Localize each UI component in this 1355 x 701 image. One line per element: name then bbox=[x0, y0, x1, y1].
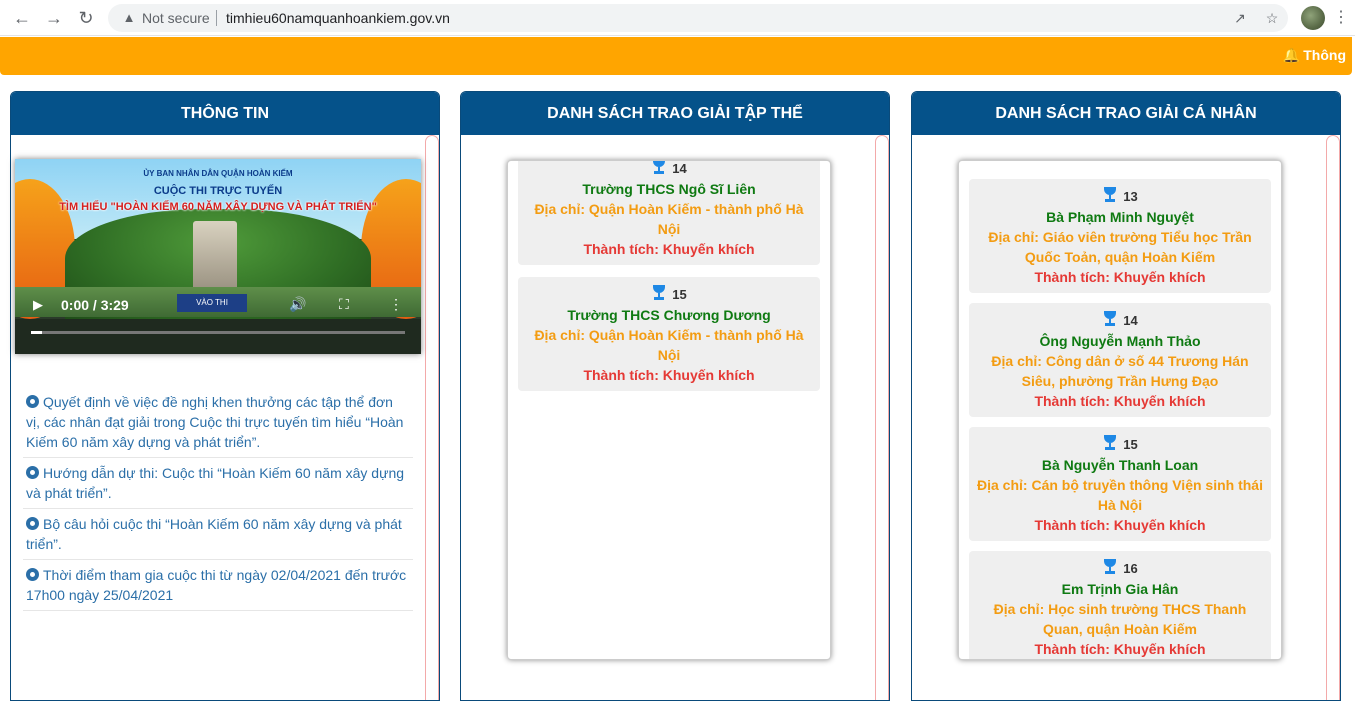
award-achievement: Thành tích: Khuyến khích bbox=[583, 241, 755, 257]
award-card: 14 Ông Nguyễn Mạnh Thảo Địa chỉ: Công dâ… bbox=[969, 303, 1271, 417]
individual-panel-scrollbar[interactable] bbox=[1326, 135, 1340, 700]
bullet-icon bbox=[26, 517, 39, 530]
award-address: Địa chỉ: Quận Hoàn Kiếm - thành phố Hà N… bbox=[534, 327, 804, 363]
info-panel-title: THÔNG TIN bbox=[11, 92, 439, 135]
individual-awards-panel: DANH SÁCH TRAO GIẢI CÁ NHÂN 13 Bà Phạm M… bbox=[911, 91, 1341, 701]
award-address: Địa chỉ: Quận Hoàn Kiếm - thành phố Hà N… bbox=[534, 201, 804, 237]
video-progress-bar[interactable] bbox=[31, 331, 405, 334]
video-tower bbox=[193, 221, 237, 287]
video-title-line: TÌM HIỂU "HOÀN KIẾM 60 NĂM XÂY DỰNG VÀ P… bbox=[59, 201, 377, 213]
award-rank-number: 13 bbox=[1123, 189, 1138, 204]
award-rank-number: 14 bbox=[1123, 313, 1138, 328]
award-rank: 14 bbox=[977, 309, 1263, 331]
back-arrow-icon[interactable]: ← bbox=[10, 6, 34, 30]
info-link-text[interactable]: Thời điểm tham gia cuộc thi từ ngày 02/0… bbox=[26, 567, 406, 603]
collective-panel-scrollbar[interactable] bbox=[875, 135, 889, 700]
individual-award-list[interactable]: 13 Bà Phạm Minh Nguyệt Địa chỉ: Giáo viê… bbox=[958, 160, 1282, 660]
info-link-item[interactable]: Bộ câu hỏi cuộc thi “Hoàn Kiếm 60 năm xâ… bbox=[23, 509, 413, 560]
notification-link[interactable]: 🔔 Thông bbox=[1283, 47, 1346, 64]
bullet-icon bbox=[26, 395, 39, 408]
browser-toolbar: ← → ↻ ▲ Not secure timhieu60namquanhoank… bbox=[0, 0, 1355, 36]
award-card: 14 Trường THCS Ngô Sĩ Liên Địa chỉ: Quận… bbox=[518, 161, 820, 265]
video-contest-line: CUỘC THI TRỰC TUYẾN bbox=[153, 185, 283, 197]
award-card: 15 Trường THCS Chương Dương Địa chỉ: Quậ… bbox=[518, 277, 820, 391]
info-link-item[interactable]: Quyết định về việc đề nghị khen thưởng c… bbox=[23, 387, 413, 458]
award-rank: 13 bbox=[977, 185, 1263, 207]
url-text[interactable]: timhieu60namquanhoankiem.gov.vn bbox=[226, 10, 450, 26]
trophy-icon bbox=[1102, 311, 1118, 327]
security-status[interactable]: Not secure bbox=[142, 10, 210, 26]
award-achievement: Thành tích: Khuyến khích bbox=[583, 367, 755, 383]
forward-arrow-icon[interactable]: → bbox=[42, 6, 66, 30]
video-org-line: ỦY BAN NHÂN DÂN QUẬN HOÀN KIẾM bbox=[143, 169, 293, 178]
collective-award-list[interactable]: 14 Trường THCS Ngô Sĩ Liên Địa chỉ: Quận… bbox=[507, 160, 831, 660]
video-time: 0:00 / 3:29 bbox=[61, 297, 129, 313]
volume-icon[interactable]: 🔊 bbox=[289, 296, 306, 313]
award-name: Em Trịnh Gia Hân bbox=[1061, 581, 1179, 597]
award-name: Trường THCS Ngô Sĩ Liên bbox=[582, 181, 756, 197]
more-options-icon[interactable]: ⋮ bbox=[389, 296, 403, 313]
play-icon[interactable]: ▶ bbox=[33, 297, 43, 313]
intro-video[interactable]: ỦY BAN NHÂN DÂN QUẬN HOÀN KIẾM CUỘC THI … bbox=[15, 159, 421, 354]
award-name: Bà Nguyễn Thanh Loan bbox=[1041, 457, 1199, 473]
award-address: Địa chỉ: Học sinh trường THCS Thanh Quan… bbox=[993, 601, 1247, 637]
trophy-icon bbox=[651, 161, 667, 175]
bullet-icon bbox=[26, 466, 39, 479]
info-panel: THÔNG TIN ỦY BAN NHÂN DÂN QUẬN HOÀN KIẾM… bbox=[10, 91, 440, 701]
address-divider bbox=[216, 10, 217, 26]
share-icon[interactable]: ↗ bbox=[1230, 8, 1250, 28]
trophy-icon bbox=[1102, 559, 1118, 575]
award-rank: 15 bbox=[977, 433, 1263, 455]
award-rank-number: 15 bbox=[672, 287, 687, 302]
info-panel-scrollbar[interactable] bbox=[425, 135, 439, 700]
individual-panel-title: DANH SÁCH TRAO GIẢI CÁ NHÂN bbox=[912, 92, 1340, 135]
bell-icon: 🔔 bbox=[1282, 47, 1301, 63]
award-card: 13 Bà Phạm Minh Nguyệt Địa chỉ: Giáo viê… bbox=[969, 179, 1271, 293]
fullscreen-icon[interactable]: ⛶ bbox=[339, 296, 349, 313]
award-rank: 14 bbox=[526, 161, 812, 179]
warning-icon[interactable]: ▲ bbox=[120, 9, 138, 27]
award-achievement: Thành tích: Khuyến khích bbox=[1034, 517, 1206, 533]
award-achievement: Thành tích: Khuyến khích bbox=[1034, 269, 1206, 285]
star-icon[interactable]: ☆ bbox=[1262, 8, 1282, 28]
award-card: 16 Em Trịnh Gia Hân Địa chỉ: Học sinh tr… bbox=[969, 551, 1271, 659]
video-progress-fill bbox=[31, 331, 43, 334]
info-link-text[interactable]: Hướng dẫn dự thi: Cuộc thi “Hoàn Kiếm 60… bbox=[26, 465, 404, 501]
info-link-item[interactable]: Thời điểm tham gia cuộc thi từ ngày 02/0… bbox=[23, 560, 413, 611]
browser-menu-icon[interactable]: ⋮ bbox=[1332, 6, 1350, 30]
address-bar[interactable]: ▲ Not secure timhieu60namquanhoankiem.go… bbox=[108, 4, 1288, 32]
info-link-item[interactable]: Hướng dẫn dự thi: Cuộc thi “Hoàn Kiếm 60… bbox=[23, 458, 413, 509]
award-achievement: Thành tích: Khuyến khích bbox=[1034, 641, 1206, 657]
award-rank-number: 16 bbox=[1123, 561, 1138, 576]
collective-panel-title: DANH SÁCH TRAO GIẢI TẬP THỂ bbox=[461, 92, 889, 135]
top-banner: 🔔 Thông bbox=[0, 37, 1352, 75]
reload-icon[interactable]: ↻ bbox=[74, 6, 98, 30]
info-link-text[interactable]: Quyết định về việc đề nghị khen thưởng c… bbox=[26, 394, 403, 450]
collective-awards-panel: DANH SÁCH TRAO GIẢI TẬP THỂ 14 Trường TH… bbox=[460, 91, 890, 701]
trophy-icon bbox=[1102, 435, 1118, 451]
award-rank: 16 bbox=[977, 557, 1263, 579]
award-card: 15 Bà Nguyễn Thanh Loan Địa chỉ: Cán bộ … bbox=[969, 427, 1271, 541]
award-address: Địa chỉ: Cán bộ truyền thông Viện sinh t… bbox=[977, 477, 1263, 513]
trophy-icon bbox=[1102, 187, 1118, 203]
award-rank-number: 15 bbox=[1123, 437, 1138, 452]
notification-label: Thông bbox=[1303, 47, 1346, 63]
award-achievement: Thành tích: Khuyến khích bbox=[1034, 393, 1206, 409]
award-address: Địa chỉ: Giáo viên trường Tiểu học Trần … bbox=[988, 229, 1252, 265]
info-link-list: Quyết định về việc đề nghị khen thưởng c… bbox=[23, 387, 413, 611]
award-name: Trường THCS Chương Dương bbox=[567, 307, 771, 323]
award-rank-number: 14 bbox=[672, 161, 687, 176]
profile-avatar[interactable] bbox=[1301, 6, 1325, 30]
bullet-icon bbox=[26, 568, 39, 581]
trophy-icon bbox=[651, 285, 667, 301]
video-controls: ▶ 0:00 / 3:29 🔊 ⛶ ⋮ bbox=[15, 287, 421, 327]
award-rank: 15 bbox=[526, 283, 812, 305]
award-name: Bà Phạm Minh Nguyệt bbox=[1046, 209, 1194, 225]
award-name: Ông Nguyễn Mạnh Thảo bbox=[1039, 333, 1201, 349]
award-address: Địa chỉ: Công dân ở số 44 Trương Hán Siê… bbox=[991, 353, 1249, 389]
info-link-text[interactable]: Bộ câu hỏi cuộc thi “Hoàn Kiếm 60 năm xâ… bbox=[26, 516, 402, 552]
